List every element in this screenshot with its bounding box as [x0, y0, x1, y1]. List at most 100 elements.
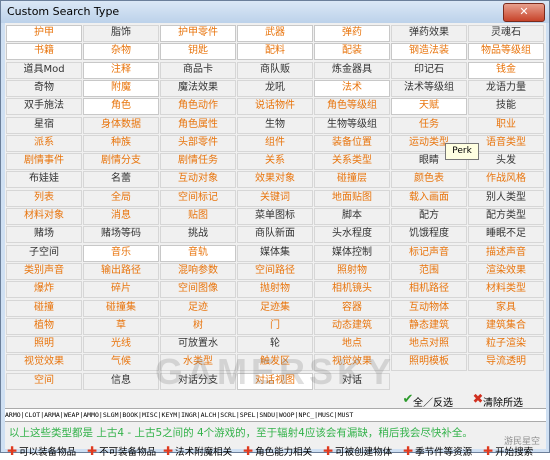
type-cell[interactable]: 武器: [237, 25, 313, 42]
type-cell[interactable]: 足迹: [160, 299, 236, 317]
filter-button[interactable]: ✚ 法术附魔相关: [163, 444, 232, 459]
type-cell[interactable]: 空间标记: [160, 189, 236, 207]
type-cell[interactable]: 关系类型: [314, 153, 390, 171]
type-cell[interactable]: 导流透明: [468, 354, 544, 372]
type-cell[interactable]: 建筑集合: [468, 317, 544, 335]
type-cell[interactable]: 相机镜头: [314, 281, 390, 299]
type-cell[interactable]: 魔法效果: [160, 79, 236, 97]
type-cell[interactable]: 道具Mod: [6, 61, 82, 79]
type-cell[interactable]: 角色: [83, 98, 159, 116]
type-cell[interactable]: 关键词: [237, 189, 313, 207]
clear-selection-button[interactable]: 清除所选: [483, 394, 523, 409]
type-cell[interactable]: 书籍: [6, 43, 82, 61]
type-cell[interactable]: 全局: [83, 189, 159, 207]
type-cell[interactable]: 角色动作: [160, 98, 236, 116]
type-cell[interactable]: 生物等级组: [314, 116, 390, 134]
type-cell[interactable]: 音轨: [160, 244, 236, 262]
type-cell[interactable]: 护甲零件: [160, 25, 236, 42]
type-cell[interactable]: 静态建筑: [391, 317, 467, 335]
type-cell[interactable]: 法术等级组: [391, 79, 467, 97]
type-cell[interactable]: 赌场: [6, 226, 82, 244]
type-cell[interactable]: 名蕾: [83, 171, 159, 189]
type-cell[interactable]: 视觉效果: [6, 354, 82, 372]
type-cell[interactable]: 配装: [314, 43, 390, 61]
type-cell[interactable]: 技能: [468, 98, 544, 116]
select-all-button[interactable]: 全／反选: [413, 394, 453, 409]
type-cell[interactable]: 物品等级组: [468, 43, 544, 61]
type-cell[interactable]: 商品卡: [160, 61, 236, 79]
type-cell[interactable]: 空间: [6, 372, 82, 390]
type-cell[interactable]: 效果对象: [237, 171, 313, 189]
type-cell[interactable]: 奇物: [6, 79, 82, 97]
type-cell[interactable]: 商队贩: [237, 61, 313, 79]
type-cell[interactable]: 派系: [6, 134, 82, 152]
type-cell[interactable]: 媒体控制: [314, 244, 390, 262]
type-cell[interactable]: 头水程度: [314, 226, 390, 244]
type-cell[interactable]: 天赋: [391, 98, 467, 116]
type-cell[interactable]: 消息: [83, 208, 159, 225]
type-cell[interactable]: 音乐: [83, 244, 159, 262]
type-cell[interactable]: 身体数据: [83, 116, 159, 134]
type-cell[interactable]: 星宿: [6, 116, 82, 134]
type-cell[interactable]: 光线: [83, 336, 159, 354]
type-cell[interactable]: 列表: [6, 189, 82, 207]
type-cell[interactable]: 赌场等码: [83, 226, 159, 244]
type-cell[interactable]: 头部零件: [160, 134, 236, 152]
type-cell[interactable]: 碰撞层: [314, 171, 390, 189]
type-cell[interactable]: 龙吼: [237, 79, 313, 97]
type-cell[interactable]: 草: [83, 317, 159, 335]
type-cell[interactable]: 类别声音: [6, 262, 82, 280]
type-cell[interactable]: 弹药: [314, 25, 390, 42]
type-cell[interactable]: 炼金器具: [314, 61, 390, 79]
type-cell[interactable]: 碎片: [83, 281, 159, 299]
type-cell[interactable]: 混响参数: [160, 262, 236, 280]
type-cell[interactable]: 钱金: [468, 61, 544, 79]
type-cell[interactable]: 组件: [237, 134, 313, 152]
type-cell[interactable]: 树: [160, 317, 236, 335]
type-cell[interactable]: 容器: [314, 299, 390, 317]
type-cell[interactable]: 空间路径: [237, 262, 313, 280]
type-cell[interactable]: 照射物: [314, 262, 390, 280]
type-cell[interactable]: 材料对象: [6, 208, 82, 225]
type-cell[interactable]: 描述声音: [468, 244, 544, 262]
type-cell[interactable]: 菜单图标: [237, 208, 313, 225]
type-cell[interactable]: 关系: [237, 153, 313, 171]
type-cell[interactable]: 气候: [83, 354, 159, 372]
type-cell[interactable]: 互动对象: [160, 171, 236, 189]
type-cell[interactable]: 弹药效果: [391, 25, 467, 42]
filter-button[interactable]: ✚ 可被创建物体: [323, 444, 392, 459]
type-cell[interactable]: 布娃娃: [6, 171, 82, 189]
type-cell[interactable]: 输出路径: [83, 262, 159, 280]
type-cell[interactable]: 照明模板: [391, 354, 467, 372]
type-cell[interactable]: 配料: [237, 43, 313, 61]
type-cell[interactable]: 钢造法装: [391, 43, 467, 61]
type-cell[interactable]: 贴图: [160, 208, 236, 225]
type-cell[interactable]: 双手施法: [6, 98, 82, 116]
filter-button[interactable]: ✚ 不可装备物品: [87, 444, 156, 459]
type-cell[interactable]: 睡眠不足: [468, 226, 544, 244]
type-cell[interactable]: 抛射物: [237, 281, 313, 299]
type-cell[interactable]: 载入画面: [391, 189, 467, 207]
type-cell[interactable]: 杂物: [83, 43, 159, 61]
type-cell[interactable]: 植物: [6, 317, 82, 335]
filter-button[interactable]: ✚ 角色能力相关: [243, 444, 312, 459]
type-cell[interactable]: 颜色表: [391, 171, 467, 189]
type-cell[interactable]: 语音类型: [468, 134, 544, 152]
type-cell[interactable]: 剧情事件: [6, 153, 82, 171]
type-cell[interactable]: 地点对照: [391, 336, 467, 354]
type-cell[interactable]: 地面贴图: [314, 189, 390, 207]
type-cell[interactable]: 作战风格: [468, 171, 544, 189]
type-cell[interactable]: 注释: [83, 61, 159, 79]
type-cell[interactable]: 门: [237, 317, 313, 335]
close-button[interactable]: ✕: [503, 3, 545, 22]
type-cell[interactable]: 脚本: [314, 208, 390, 225]
type-cell[interactable]: 龙语力量: [468, 79, 544, 97]
type-cell[interactable]: 互动物体: [391, 299, 467, 317]
type-cell[interactable]: 范围: [391, 262, 467, 280]
type-cell[interactable]: 媒体集: [237, 244, 313, 262]
type-cell[interactable]: 配方: [391, 208, 467, 225]
type-cell[interactable]: 任务: [391, 116, 467, 134]
type-cell[interactable]: 种族: [83, 134, 159, 152]
type-cell[interactable]: 爆炸: [6, 281, 82, 299]
type-cell[interactable]: 脂饰: [83, 25, 159, 42]
